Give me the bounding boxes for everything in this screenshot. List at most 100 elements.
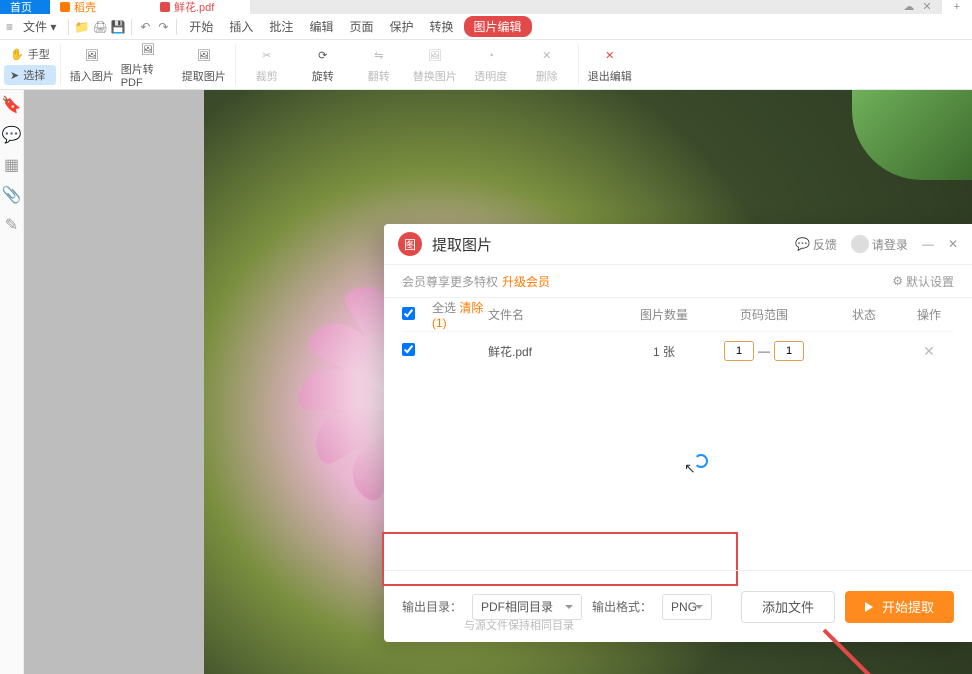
fire-icon: [60, 2, 70, 12]
attachment-icon[interactable]: 📎: [3, 186, 21, 204]
left-sidebar: 🔖 💬 ▦ 📎 ✎: [0, 90, 24, 674]
menu-file[interactable]: 文件 ▾: [17, 16, 62, 37]
toolbar: ✋手型 ➤选择 🖼插入图片 🖼图片转PDF 🖼提取图片 ✂裁剪 ⟳旋转 ⇋翻转 …: [0, 40, 972, 90]
add-file-button[interactable]: 添加文件: [741, 591, 835, 623]
dialog-footer: 输出目录： PDF相同目录 输出格式： PNG 与源文件保持相同目录 添加文件 …: [384, 570, 972, 642]
menu-protect[interactable]: 保护: [383, 16, 419, 37]
hamburger-icon[interactable]: ≡: [6, 20, 13, 34]
cursor-indicator: ↖: [684, 460, 696, 477]
undo-icon[interactable]: ↶: [138, 20, 152, 34]
tab-file[interactable]: 鲜花.pdf: [150, 0, 250, 14]
tab-home[interactable]: 首页: [0, 0, 50, 14]
delete-icon: ✕: [537, 46, 557, 66]
start-extract-button[interactable]: 开始提取: [845, 591, 954, 623]
range-to-input[interactable]: [774, 341, 804, 361]
default-settings-link[interactable]: ⚙默认设置: [892, 273, 954, 290]
tool-hand[interactable]: ✋手型: [4, 44, 56, 64]
tool-flip: ⇋翻转: [352, 41, 406, 89]
print-icon[interactable]: 🖨: [93, 20, 107, 34]
tool-insert-image[interactable]: 🖼插入图片: [65, 41, 119, 89]
dialog-minimize-button[interactable]: —: [922, 237, 934, 251]
dialog-close-button[interactable]: ✕: [948, 237, 958, 251]
tab-home-label: 首页: [10, 0, 32, 15]
image-pdf-icon: 🖼: [138, 41, 158, 59]
menu-convert[interactable]: 转换: [423, 16, 459, 37]
avatar-icon: [851, 235, 869, 253]
crop-icon: ✂: [257, 46, 277, 66]
gear-icon: ⚙: [892, 274, 903, 288]
output-dir-label: 输出目录：: [402, 598, 462, 615]
menu-annotate[interactable]: 批注: [263, 16, 299, 37]
chat-icon: 💬: [795, 237, 810, 251]
tool-rotate[interactable]: ⟳旋转: [296, 41, 350, 89]
output-dir-select[interactable]: PDF相同目录: [472, 594, 582, 620]
col-range: 页码范围: [704, 306, 824, 323]
thumbnail-icon[interactable]: ▦: [3, 156, 21, 174]
menu-image-edit[interactable]: 图片编辑: [464, 16, 532, 37]
row-imgcount: 1 张: [624, 343, 704, 360]
document-canvas[interactable]: 图 提取图片 💬反馈 请登录 — ✕ 会员尊享更多特权 升级会员 ⚙默认设置 全…: [24, 90, 972, 674]
range-from-input[interactable]: [724, 341, 754, 361]
login-link[interactable]: 请登录: [851, 235, 908, 253]
file-table: 全选 清除(1) 文件名 图片数量 页码范围 状态 操作 鲜花.pdf 1 张 …: [384, 298, 972, 570]
output-fmt-label: 输出格式：: [592, 598, 652, 615]
cloud-sync-icon[interactable]: ☁: [903, 0, 914, 13]
member-text: 会员尊享更多特权: [402, 273, 498, 290]
signature-icon[interactable]: ✎: [3, 216, 21, 234]
hand-icon: ✋: [10, 48, 24, 61]
main-area: 🔖 💬 ▦ 📎 ✎ 图 提取图片 💬反馈 请登录 — ✕: [0, 90, 972, 674]
tab-file-label: 鲜花.pdf: [174, 0, 214, 15]
col-imgcount: 图片数量: [624, 306, 704, 323]
dialog-logo-icon: 图: [398, 232, 422, 256]
tab-daoker[interactable]: 稻壳: [50, 0, 150, 14]
row-delete-icon[interactable]: ✕: [923, 343, 935, 359]
extract-image-dialog: 图 提取图片 💬反馈 请登录 — ✕ 会员尊享更多特权 升级会员 ⚙默认设置 全…: [384, 224, 972, 642]
tab-bar: 首页 稻壳 鲜花.pdf ☁ ✕ +: [0, 0, 972, 14]
open-icon[interactable]: 📁: [75, 20, 89, 34]
flip-icon: ⇋: [369, 46, 389, 66]
col-filename: 文件名: [488, 306, 624, 323]
dialog-subheader: 会员尊享更多特权 升级会员 ⚙默认设置: [384, 264, 972, 298]
tool-select[interactable]: ➤选择: [4, 65, 56, 85]
row-checkbox[interactable]: [402, 343, 415, 356]
tab-close-icon[interactable]: ✕: [922, 0, 931, 13]
upgrade-link[interactable]: 升级会员: [502, 273, 550, 290]
menu-page[interactable]: 页面: [343, 16, 379, 37]
image-extract-icon: 🖼: [194, 46, 214, 66]
rotate-icon: ⟳: [313, 46, 333, 66]
dialog-title: 提取图片: [432, 234, 492, 255]
tab-daoker-label: 稻壳: [74, 0, 96, 15]
menu-bar: ≡ 文件 ▾ 📁 🖨 💾 ↶ ↷ 开始 插入 批注 编辑 页面 保护 转换 图片…: [0, 14, 972, 40]
save-icon[interactable]: 💾: [111, 20, 125, 34]
menu-edit[interactable]: 编辑: [303, 16, 339, 37]
select-all-label[interactable]: 全选: [432, 301, 456, 315]
row-filename: 鲜花.pdf: [488, 343, 624, 360]
tool-extract-image[interactable]: 🖼提取图片: [177, 41, 231, 89]
replace-icon: 🖼: [425, 46, 445, 66]
opacity-icon: ◔: [481, 46, 501, 66]
col-status: 状态: [824, 306, 904, 323]
tool-opacity: ◔透明度: [464, 41, 518, 89]
tool-delete: ✕删除: [520, 41, 574, 89]
feedback-link[interactable]: 💬反馈: [795, 236, 837, 253]
table-row: 鲜花.pdf 1 张 — ✕: [402, 332, 954, 370]
menu-start[interactable]: 开始: [183, 16, 219, 37]
redo-icon[interactable]: ↷: [156, 20, 170, 34]
menu-insert[interactable]: 插入: [223, 16, 259, 37]
pointer-icon: ➤: [10, 69, 19, 82]
tool-replace-image: 🖼替换图片: [408, 41, 462, 89]
plus-icon: +: [954, 1, 960, 13]
tab-new[interactable]: +: [942, 0, 972, 14]
output-dir-note: 与源文件保持相同目录: [464, 617, 574, 633]
output-fmt-select[interactable]: PNG: [662, 594, 712, 620]
tool-img-to-pdf[interactable]: 🖼图片转PDF: [121, 41, 175, 89]
tool-exit-edit[interactable]: ✕退出编辑: [583, 41, 637, 89]
select-all-checkbox[interactable]: [402, 307, 415, 320]
pdf-icon: [160, 2, 170, 12]
tool-crop: ✂裁剪: [240, 41, 294, 89]
dialog-header: 图 提取图片 💬反馈 请登录 — ✕: [384, 224, 972, 264]
bookmark-icon[interactable]: 🔖: [3, 96, 21, 114]
table-header: 全选 清除(1) 文件名 图片数量 页码范围 状态 操作: [402, 298, 954, 332]
comment-icon[interactable]: 💬: [3, 126, 21, 144]
col-operation: 操作: [904, 306, 954, 323]
